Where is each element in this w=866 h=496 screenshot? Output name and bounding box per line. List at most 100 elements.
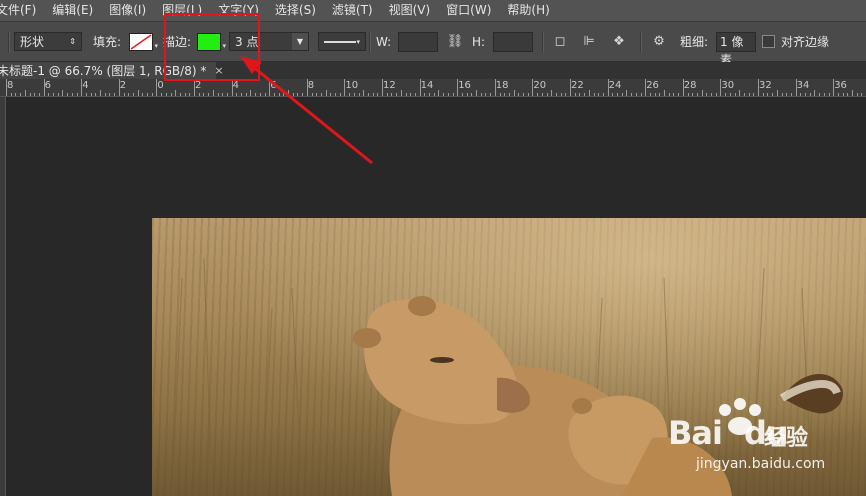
stroke-color-swatch[interactable]: ▾	[197, 32, 226, 51]
ruler-tick	[62, 90, 64, 96]
ruler-tick	[574, 93, 576, 96]
ruler-tick	[692, 93, 694, 96]
ruler-tick	[861, 93, 863, 96]
menu-help[interactable]: 帮助(H)	[499, 0, 557, 21]
ruler-tick	[762, 93, 764, 96]
ruler-tick	[570, 79, 571, 96]
ruler-tick	[513, 90, 515, 96]
ruler-label: 18	[495, 80, 509, 91]
close-icon[interactable]: ×	[214, 64, 223, 77]
ruler-tick	[24, 90, 26, 96]
ruler-tick	[828, 93, 830, 96]
menu-file[interactable]: 文件(F)	[0, 0, 44, 21]
ruler-tick	[701, 90, 703, 96]
path-operations-icon[interactable]: ◻	[551, 33, 569, 51]
ruler-tick	[429, 93, 430, 96]
ruler-tick	[151, 93, 153, 96]
document-title: 未标题-1 @ 66.7% (图层 1, RGB/8) *	[0, 64, 207, 78]
ruler-tick	[137, 90, 139, 96]
ruler-tick	[231, 79, 233, 96]
height-input[interactable]	[493, 31, 533, 52]
path-arrangement-icon[interactable]: ❖	[610, 33, 628, 51]
ruler-tick	[621, 93, 623, 96]
ruler-tick	[255, 93, 257, 96]
ruler-tick	[278, 93, 280, 96]
ruler-tick	[306, 79, 308, 96]
link-icon[interactable]: ⛓	[446, 33, 464, 51]
ruler-tick	[706, 93, 708, 96]
path-alignment-icon[interactable]: ⊫	[580, 33, 598, 51]
ruler-tick	[753, 93, 755, 96]
ruler-tick	[377, 93, 379, 96]
ruler-tick	[443, 93, 445, 96]
tool-mode-dropdown[interactable]: 形状 ⇕	[14, 32, 82, 51]
tool-mode-value: 形状	[20, 35, 45, 49]
ruler-tick	[654, 93, 656, 96]
menu-layer[interactable]: 图层(L)	[154, 0, 210, 21]
gear-icon[interactable]: ⚙	[650, 33, 668, 51]
ruler-tick	[358, 93, 360, 96]
align-edges-label: 对齐边缘	[781, 35, 830, 49]
menu-type[interactable]: 文字(Y)	[210, 0, 267, 21]
ruler-tick	[743, 93, 745, 96]
ruler-tick	[311, 93, 313, 96]
ruler-tick	[118, 79, 120, 96]
ruler-tick	[476, 90, 477, 96]
ruler-label: 8	[307, 80, 315, 91]
ruler-tick	[631, 93, 633, 96]
ruler-tick	[245, 93, 247, 96]
ruler-tick	[584, 93, 586, 96]
divider	[640, 31, 642, 53]
ruler-tick	[95, 93, 97, 96]
chevron-down-icon: ▼	[292, 33, 308, 50]
ruler-label: 12	[383, 80, 396, 91]
ruler-tick	[480, 93, 482, 96]
ruler-tick	[588, 90, 590, 96]
menu-image[interactable]: 图像(I)	[101, 0, 154, 21]
ruler-tick	[184, 93, 186, 96]
width-input[interactable]	[398, 31, 438, 52]
ruler-tick	[767, 93, 769, 96]
ruler-tick	[71, 93, 73, 96]
ruler-tick	[410, 93, 412, 96]
ruler-tick	[165, 93, 167, 96]
ruler-tick	[649, 93, 651, 96]
ruler-tick	[823, 93, 825, 96]
ruler-tick	[635, 93, 637, 96]
weight-label: 粗细:	[680, 35, 709, 49]
weight-input[interactable]: 1 像素	[716, 31, 756, 67]
ruler-tick	[198, 93, 200, 96]
ruler-label: 8	[7, 80, 14, 91]
watermark-cn: 经验	[764, 426, 809, 451]
ruler-tick	[132, 93, 134, 96]
ruler-label: 22	[571, 80, 584, 91]
ruler-tick	[189, 93, 191, 96]
ruler-tick	[579, 93, 581, 96]
menu-select[interactable]: 选择(S)	[267, 0, 324, 21]
menu-filter[interactable]: 滤镜(T)	[324, 0, 381, 21]
ruler-tick	[339, 93, 341, 96]
menu-edit[interactable]: 编辑(E)	[44, 0, 101, 21]
stroke-width-dropdown[interactable]: 3 点 ▼	[229, 32, 309, 51]
ruler-tick	[433, 93, 435, 96]
menu-view[interactable]: 视图(V)	[381, 0, 439, 21]
ruler-tick	[819, 93, 821, 96]
ruler-tick	[485, 93, 487, 96]
ruler-tick	[711, 93, 712, 96]
ruler-label: 32	[759, 80, 772, 91]
ruler-tick	[499, 93, 501, 96]
document-tab-bar: 未标题-1 @ 66.7% (图层 1, RGB/8) * ×	[0, 62, 866, 79]
document-tab[interactable]: 未标题-1 @ 66.7% (图层 1, RGB/8) * ×	[0, 62, 224, 79]
ruler-label: 20	[533, 80, 547, 91]
fill-swatch[interactable]: ▾	[129, 32, 158, 51]
stroke-style-dropdown[interactable]: ▾	[318, 32, 366, 51]
ruler-tick	[790, 93, 792, 96]
ruler-tick	[457, 79, 459, 96]
divider	[542, 31, 544, 53]
align-edges-checkbox[interactable]	[762, 35, 775, 48]
ruler-tick	[283, 93, 285, 96]
horizontal-ruler[interactable]: 8 6 4 2 0 2 4 6 8 10 12 14 16 18 20 22 24 26 28 30 32 34 36	[0, 79, 866, 97]
ruler-label: 28	[683, 80, 697, 91]
ruler-tick	[396, 93, 398, 96]
menu-window[interactable]: 窗口(W)	[438, 0, 499, 21]
